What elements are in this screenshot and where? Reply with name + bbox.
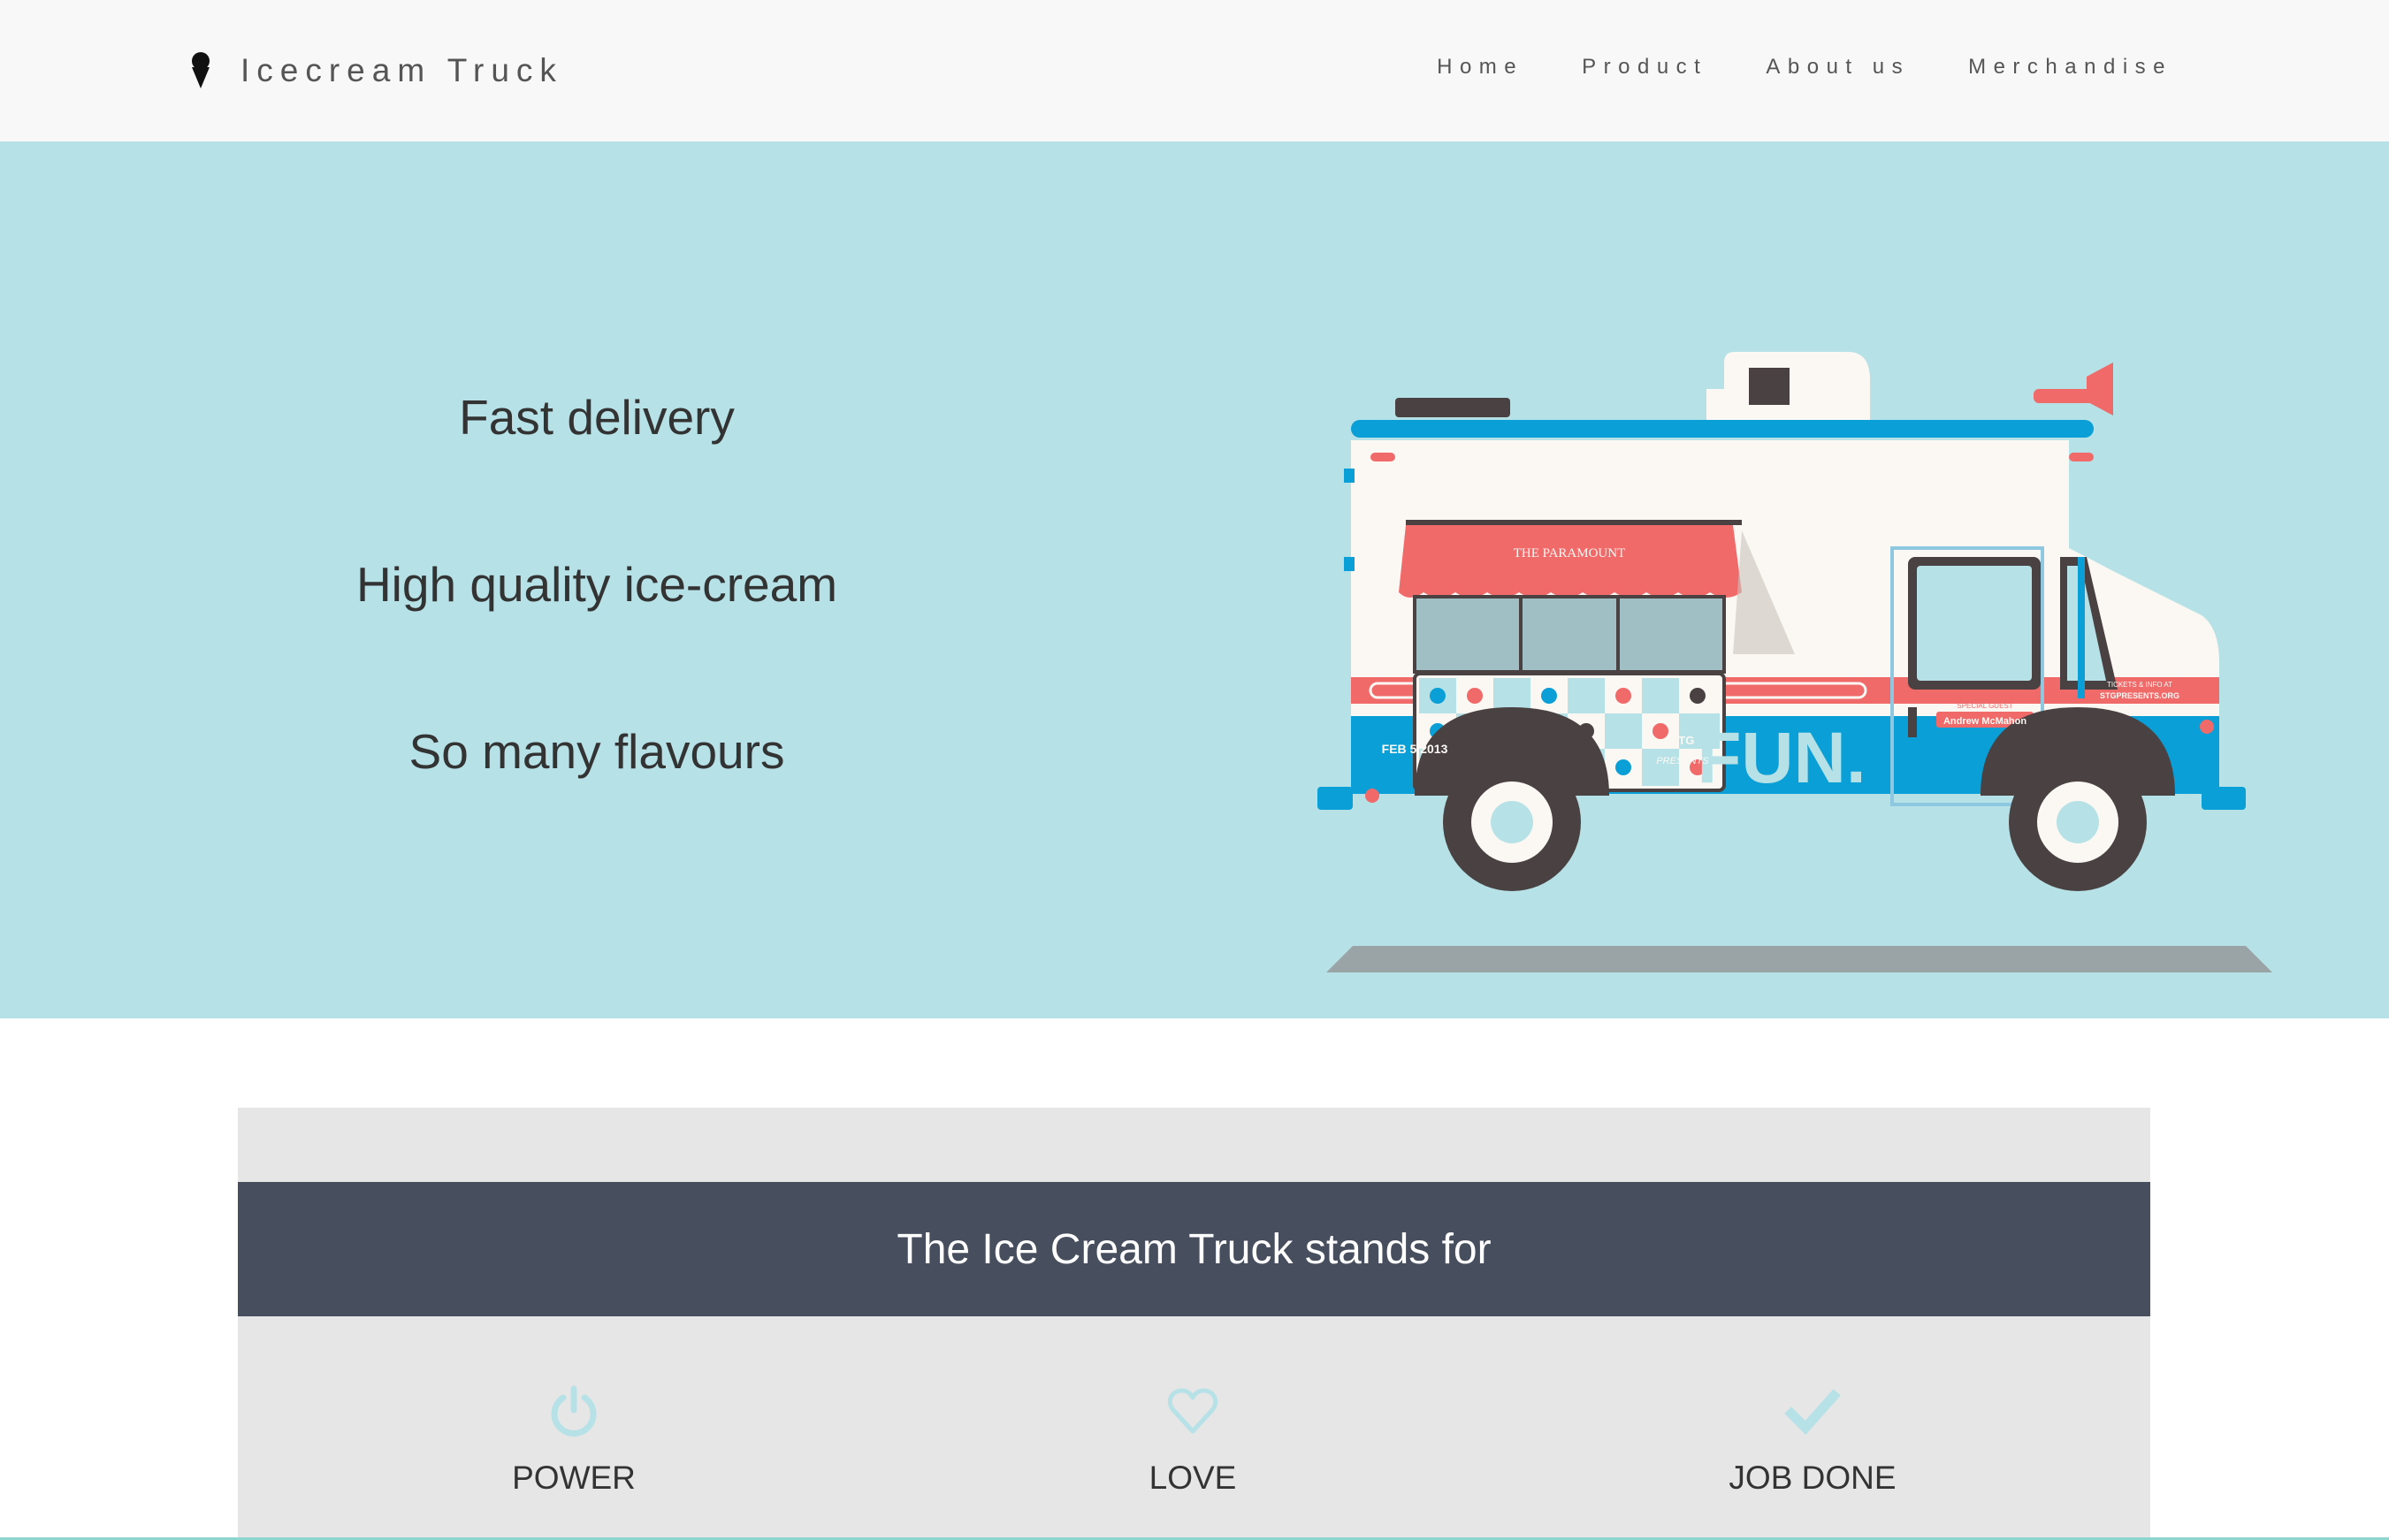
nav-merchandise[interactable]: Merchandise — [1968, 55, 2172, 80]
value-job-done: JOB DONE — [1636, 1384, 1989, 1497]
values-heading-band: The Ice Cream Truck stands for — [238, 1182, 2150, 1316]
feature-flavours: So many flavours — [408, 724, 785, 779]
checkmark-icon — [1784, 1389, 1841, 1436]
truck-side-text: FUN. — [1697, 718, 1866, 798]
truck-awning-text: THE PARAMOUNT — [1514, 546, 1626, 560]
truck-tickets-url: STGPRESENTS.ORG — [2100, 691, 2179, 700]
value-love: LOVE — [1016, 1384, 1370, 1497]
truck-logo-text: STG — [1671, 734, 1695, 747]
heart-icon — [1167, 1388, 1218, 1434]
value-job-done-label: JOB DONE — [1729, 1460, 1897, 1496]
value-power-label: POWER — [512, 1460, 636, 1496]
site-header: Icecream Truck Home Product About us Mer… — [0, 0, 2389, 142]
values-panel: The Ice Cream Truck stands for POWER LOV… — [238, 1108, 2150, 1540]
value-love-label: LOVE — [1149, 1460, 1237, 1496]
value-power: POWER — [397, 1384, 751, 1497]
values-heading: The Ice Cream Truck stands for — [897, 1225, 1492, 1273]
feature-high-quality: High quality ice-cream — [355, 557, 838, 612]
power-icon — [551, 1385, 597, 1437]
truck-date-text: FEB 5 2013 — [1382, 742, 1448, 756]
truck-guest-name: Andrew McMahon — [1943, 716, 2026, 727]
ice-cream-truck-illustration: THE PARAMOUNT FUN. FEB 5 2013 STG PRESEN… — [1317, 352, 2272, 972]
brand[interactable]: Icecream Truck — [187, 46, 563, 95]
feature-fast-delivery: Fast delivery — [459, 390, 735, 445]
nav-product[interactable]: Product — [1582, 55, 1707, 80]
nav-home[interactable]: Home — [1437, 55, 1523, 80]
brand-name: Icecream Truck — [240, 52, 563, 88]
truck-presents-text: PRESENTS — [1656, 756, 1709, 766]
main-nav: Home Product About us Merchandise — [1437, 55, 2172, 80]
nav-about-us[interactable]: About us — [1766, 55, 1910, 80]
truck-guest-label: SPECIAL GUEST — [1957, 702, 2012, 710]
truck-tickets-label: TICKETS & INFO AT — [2107, 681, 2172, 689]
ice-cream-cone-icon — [192, 52, 210, 88]
hero-section: Fast delivery High quality ice-cream So … — [0, 141, 2389, 1018]
